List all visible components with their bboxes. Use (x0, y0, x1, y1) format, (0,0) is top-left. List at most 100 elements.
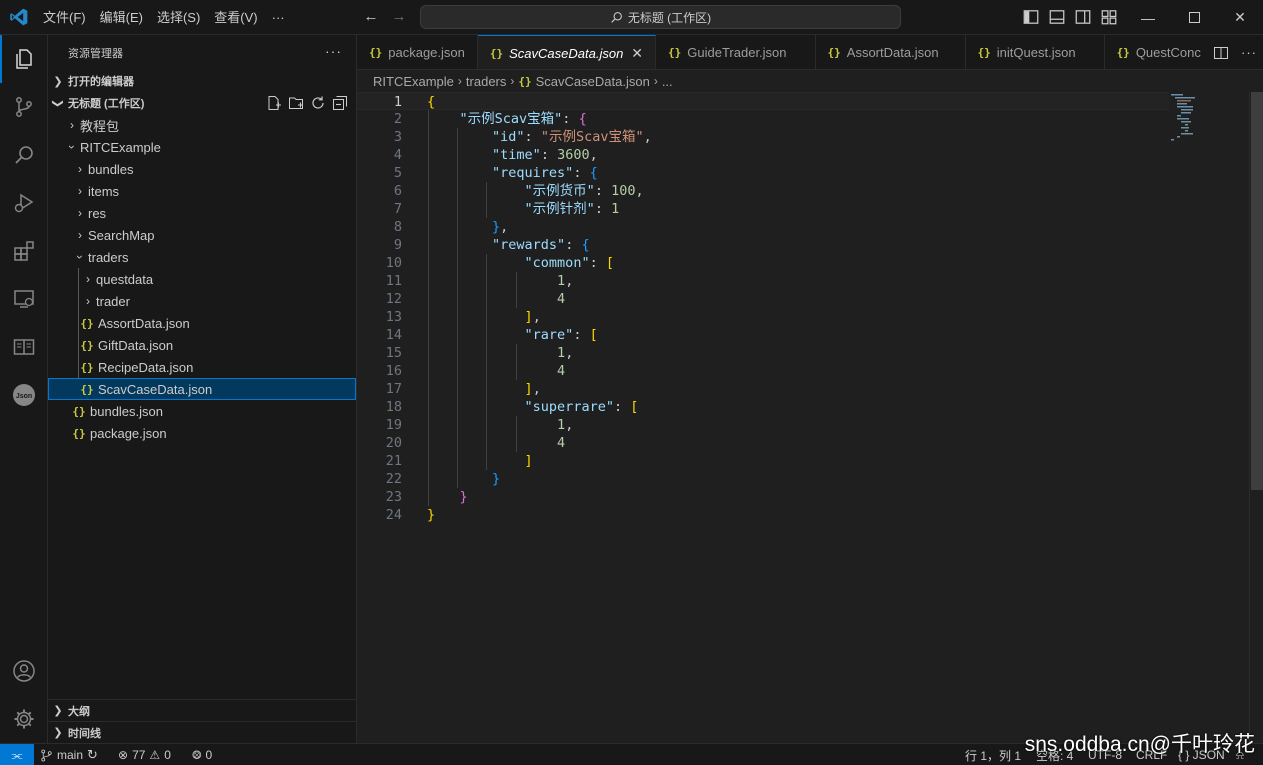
settings-gear-icon[interactable] (0, 695, 48, 743)
workspace-section[interactable]: ❯ 无标题 (工作区) (48, 92, 356, 114)
search-icon[interactable] (0, 131, 48, 179)
code-line[interactable]: 12 4 (357, 290, 1169, 308)
scrollbar-thumb[interactable] (1251, 92, 1263, 490)
new-file-icon[interactable] (266, 95, 282, 111)
tab-guidetrader-json[interactable]: {} GuideTrader.json (656, 35, 816, 69)
tree-label: ScavCaseData.json (98, 381, 213, 397)
back-arrow-icon[interactable]: ← (362, 8, 380, 26)
source-control-icon[interactable] (0, 83, 48, 131)
minimize-icon[interactable]: — (1125, 0, 1171, 35)
cursor-position[interactable]: 行 1，列 1 (965, 744, 1021, 765)
tree-folder-trader[interactable]: › trader (48, 290, 356, 312)
code-line[interactable]: 21 ] (357, 452, 1169, 470)
breadcrumb-item[interactable]: ScavCaseData.json (536, 74, 650, 89)
code-line[interactable]: 11 1, (357, 272, 1169, 290)
tree-folder-traders[interactable]: › traders (48, 246, 356, 268)
toggle-primary-sidebar-icon[interactable] (1022, 8, 1040, 26)
branch-status[interactable]: main ↻ (40, 744, 98, 765)
toggle-secondary-sidebar-icon[interactable] (1074, 8, 1092, 26)
code-text: { (427, 94, 436, 110)
code-line[interactable]: 2 "示例Scav宝箱": { (357, 110, 1169, 128)
extensions-icon[interactable] (0, 227, 48, 275)
problems-status[interactable]: ⊗ 77 ⚠ 0 (118, 744, 171, 765)
sync-icon[interactable]: ↻ (87, 747, 98, 763)
split-editor-icon[interactable] (1213, 45, 1229, 61)
explorer-sidebar: 资源管理器 ··· ❯ 打开的编辑器 ❯ 无标题 (工作区) › 教程包 › RIT… (48, 35, 357, 743)
ports-status[interactable]: ⨷ 0 (192, 744, 212, 765)
code-line[interactable]: 13 ], (357, 308, 1169, 326)
code-line[interactable]: 7 "示例针剂": 1 (357, 200, 1169, 218)
tree-folder-items[interactable]: › items (48, 180, 356, 202)
tree-file-recipedata[interactable]: {} RecipeData.json (48, 356, 356, 378)
tree-folder-bundles[interactable]: › bundles (48, 158, 356, 180)
json-icon[interactable]: Json (0, 371, 48, 419)
tree-label: SearchMap (88, 227, 155, 243)
code-line[interactable]: 22 } (357, 470, 1169, 488)
tree-file-bundles-json[interactable]: {} bundles.json (48, 400, 356, 422)
tree-folder-searchmap[interactable]: › SearchMap (48, 224, 356, 246)
tree-folder-ritcexample[interactable]: › RITCExample (48, 136, 356, 158)
code-line[interactable]: 4 "time": 3600, (357, 146, 1169, 164)
breadcrumb-item[interactable]: ... (662, 74, 673, 89)
command-center-search[interactable]: 无标题 (工作区) (420, 5, 901, 29)
breadcrumb-item[interactable]: traders (466, 74, 506, 89)
code-line[interactable]: 14 "rare": [ (357, 326, 1169, 344)
tree-folder-res[interactable]: › res (48, 202, 356, 224)
toggle-panel-icon[interactable] (1048, 8, 1066, 26)
menu-selection[interactable]: 选择(S) (150, 0, 207, 35)
code-line[interactable]: 18 "superrare": [ (357, 398, 1169, 416)
book-icon[interactable] (0, 323, 48, 371)
timeline-section[interactable]: ❯ 时间线 (48, 721, 357, 743)
tab-more-actions-icon[interactable]: ··· (1241, 45, 1257, 60)
code-line[interactable]: 8 }, (357, 218, 1169, 236)
tab-assortdata-json[interactable]: {} AssortData.json (816, 35, 966, 69)
tree-file-giftdata[interactable]: {} GiftData.json (48, 334, 356, 356)
forward-arrow-icon[interactable]: → (390, 8, 408, 26)
tree-file-package-json[interactable]: {} package.json (48, 422, 356, 444)
menu-more[interactable]: ··· (265, 0, 292, 35)
account-icon[interactable] (0, 647, 48, 695)
code-line[interactable]: 20 4 (357, 434, 1169, 452)
collapse-all-icon[interactable] (332, 95, 348, 111)
code-line[interactable]: 3 "id": "示例Scav宝箱", (357, 128, 1169, 146)
code-line[interactable]: 10 "common": [ (357, 254, 1169, 272)
menu-edit[interactable]: 编辑(E) (93, 0, 150, 35)
tree-file-scavcasedata[interactable]: {} ScavCaseData.json (48, 378, 356, 400)
new-folder-icon[interactable] (288, 95, 304, 111)
remote-explorer-icon[interactable] (0, 275, 48, 323)
breadcrumb-item[interactable]: RITCExample (373, 74, 454, 89)
code-line[interactable]: 15 1, (357, 344, 1169, 362)
tab-questconc[interactable]: {} QuestConc (1105, 35, 1214, 69)
tree-file-assortdata[interactable]: {} AssortData.json (48, 312, 356, 334)
code-line[interactable]: 23 } (357, 488, 1169, 506)
run-debug-icon[interactable] (0, 179, 48, 227)
customize-layout-icon[interactable] (1100, 8, 1118, 26)
tab-package-json[interactable]: {} package.json (357, 35, 478, 69)
close-tab-icon[interactable]: ✕ (631, 45, 643, 62)
close-window-icon[interactable]: ✕ (1217, 0, 1263, 35)
menu-view[interactable]: 查看(V) (207, 0, 264, 35)
code-editor[interactable]: 1{2 "示例Scav宝箱": {3 "id": "示例Scav宝箱", 4 "t… (357, 92, 1263, 743)
more-actions-icon[interactable]: ··· (325, 43, 342, 59)
tree-folder-tutorial[interactable]: › 教程包 (48, 114, 356, 136)
code-line[interactable]: 17 ], (357, 380, 1169, 398)
code-line[interactable]: 19 1, (357, 416, 1169, 434)
refresh-icon[interactable] (310, 95, 326, 111)
menu-file[interactable]: 文件(F) (36, 0, 93, 35)
code-line[interactable]: 24} (357, 506, 1169, 524)
explorer-icon[interactable] (0, 35, 48, 83)
outline-section[interactable]: ❯ 大纲 (48, 699, 357, 721)
open-editors-section[interactable]: ❯ 打开的编辑器 (48, 70, 356, 92)
remote-indicator-icon[interactable]: ⫘ (0, 744, 34, 765)
code-line[interactable]: 9 "rewards": { (357, 236, 1169, 254)
editor-scrollbar[interactable] (1249, 92, 1263, 743)
tab-scavcasedata-json[interactable]: {} ScavCaseData.json ✕ (477, 35, 657, 69)
tree-folder-questdata[interactable]: › questdata (48, 268, 356, 290)
code-line[interactable]: 5 "requires": { (357, 164, 1169, 182)
minimap[interactable] (1165, 92, 1201, 142)
code-line[interactable]: 16 4 (357, 362, 1169, 380)
code-line[interactable]: 6 "示例货币": 100, (357, 182, 1169, 200)
maximize-icon[interactable] (1171, 0, 1217, 35)
code-line[interactable]: 1{ (357, 92, 1169, 110)
tab-initquest-json[interactable]: {} initQuest.json (966, 35, 1105, 69)
